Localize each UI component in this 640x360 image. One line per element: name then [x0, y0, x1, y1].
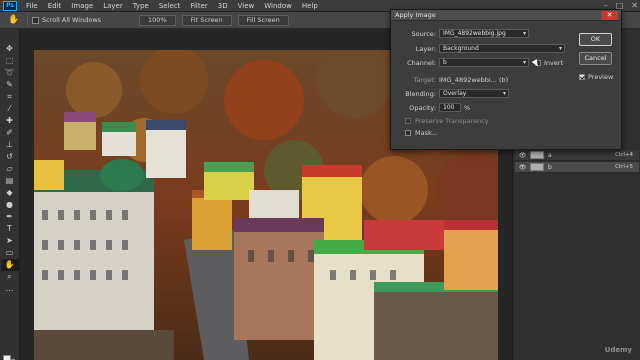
- apply-image-dialog: Apply Image ✕ Source: IMG_4892webbig.jpg…: [390, 9, 622, 150]
- pen-tool-icon[interactable]: ✒: [1, 211, 19, 223]
- eraser-tool-icon[interactable]: ▱: [1, 163, 19, 175]
- layer-name: b: [548, 163, 552, 171]
- move-tool-icon[interactable]: ✥: [1, 43, 19, 55]
- fill-screen-button[interactable]: Fill Screen: [237, 14, 289, 26]
- dialog-titlebar[interactable]: Apply Image ✕: [391, 10, 621, 21]
- layer-value: Background: [443, 45, 479, 52]
- more-tools-icon[interactable]: …: [1, 283, 19, 295]
- photoshop-logo: Ps: [3, 0, 17, 11]
- shape-tool-icon[interactable]: ▭: [1, 247, 19, 259]
- dodge-tool-icon[interactable]: ●: [1, 199, 19, 211]
- invert-label: Invert: [544, 59, 564, 67]
- chevron-down-icon: ▾: [522, 59, 526, 66]
- scroll-all-windows-checkbox[interactable]: [32, 16, 39, 24]
- layer-shortcut: Ctrl+5: [615, 164, 633, 170]
- eyedropper-tool-icon[interactable]: ⁄: [1, 103, 19, 115]
- layer-select[interactable]: Background ▾: [439, 44, 565, 53]
- close-icon[interactable]: ✕: [601, 11, 618, 20]
- clone-stamp-tool-icon[interactable]: ⊥: [1, 139, 19, 151]
- brush-tool-icon[interactable]: ✐: [1, 127, 19, 139]
- ok-button[interactable]: OK: [579, 33, 612, 46]
- opacity-input[interactable]: 100: [439, 103, 461, 112]
- channel-label: Channel:: [407, 59, 436, 67]
- layer-thumbnail: [530, 151, 544, 159]
- udemy-watermark: Udemy: [604, 346, 632, 354]
- menu-image[interactable]: Image: [66, 0, 98, 12]
- zoom-100-button[interactable]: 100%: [139, 14, 176, 26]
- scroll-all-windows-label: Scroll All Windows: [42, 16, 102, 24]
- opacity-value: 100: [443, 104, 455, 111]
- opacity-label: Opacity:: [409, 104, 436, 112]
- menu-3d[interactable]: 3D: [213, 0, 233, 12]
- blending-value: Overlay: [443, 90, 467, 97]
- source-select[interactable]: IMG_4892webbig.jpg ▾: [439, 29, 529, 38]
- opacity-unit: %: [464, 104, 471, 112]
- close-window-button[interactable]: ✕: [631, 0, 638, 12]
- menu-view[interactable]: View: [233, 0, 260, 12]
- layer-row[interactable]: 👁 b Ctrl+5: [515, 162, 639, 173]
- dialog-title: Apply Image: [395, 11, 436, 19]
- channel-select[interactable]: b ▾: [439, 58, 529, 67]
- blur-tool-icon[interactable]: ◆: [1, 187, 19, 199]
- fit-screen-button[interactable]: Fit Screen: [181, 14, 232, 26]
- preserve-transparency-checkbox: [405, 118, 411, 124]
- tools-panel: ✥ ⬚ ➰ ✎ ⌗ ⁄ ✚ ✐ ⊥ ↺ ▱ ▤ ◆ ● ✒ T ➤ ▭ ✋ ⌕ …: [0, 29, 20, 360]
- mask-checkbox[interactable]: [405, 130, 411, 136]
- zoom-tool-icon[interactable]: ⌕: [1, 271, 19, 283]
- layer-thumbnail: [530, 163, 544, 171]
- menu-help[interactable]: Help: [297, 0, 323, 12]
- menu-filter[interactable]: Filter: [185, 0, 212, 12]
- preview-checkbox[interactable]: [579, 74, 585, 80]
- foreground-color-swatch[interactable]: [3, 355, 11, 360]
- gradient-tool-icon[interactable]: ▤: [1, 175, 19, 187]
- layer-name: a: [548, 151, 552, 159]
- menu-window[interactable]: Window: [259, 0, 297, 12]
- lasso-tool-icon[interactable]: ➰: [1, 67, 19, 79]
- source-value: IMG_4892webbig.jpg: [443, 30, 506, 37]
- menu-layer[interactable]: Layer: [98, 0, 128, 12]
- layer-row[interactable]: 👁 a Ctrl+4: [515, 150, 639, 161]
- menu-type[interactable]: Type: [128, 0, 154, 12]
- preserve-transparency-label: Preserve Transparency: [415, 117, 489, 125]
- layer-label: Layer:: [415, 45, 436, 53]
- menu-edit[interactable]: Edit: [43, 0, 67, 12]
- crop-tool-icon[interactable]: ⌗: [1, 91, 19, 103]
- history-brush-tool-icon[interactable]: ↺: [1, 151, 19, 163]
- layer-shortcut: Ctrl+4: [615, 152, 633, 158]
- target-label: Target:: [413, 76, 436, 84]
- menu-file[interactable]: File: [21, 0, 43, 12]
- path-selection-tool-icon[interactable]: ➤: [1, 235, 19, 247]
- blending-select[interactable]: Overlay ▾: [439, 89, 509, 98]
- chevron-down-icon: ▾: [502, 90, 506, 97]
- chevron-down-icon: ▾: [522, 30, 526, 37]
- chevron-down-icon: ▾: [558, 45, 562, 52]
- channel-value: b: [443, 59, 447, 66]
- target-value: IMG_4892webbi... (b): [439, 76, 509, 84]
- hand-tool-icon[interactable]: ✋: [5, 14, 23, 27]
- eye-icon[interactable]: 👁: [518, 151, 527, 160]
- cancel-button[interactable]: Cancel: [579, 52, 612, 65]
- divider: [27, 14, 28, 26]
- source-label: Source:: [411, 30, 436, 38]
- type-tool-icon[interactable]: T: [1, 223, 19, 235]
- hand-tool-panel-icon[interactable]: ✋: [0, 259, 19, 271]
- menu-select[interactable]: Select: [154, 0, 186, 12]
- blending-label: Blending:: [405, 90, 436, 98]
- preview-label: Preview: [588, 73, 614, 81]
- marquee-tool-icon[interactable]: ⬚: [1, 55, 19, 67]
- quick-select-tool-icon[interactable]: ✎: [1, 79, 19, 91]
- healing-brush-tool-icon[interactable]: ✚: [1, 115, 19, 127]
- mask-label: Mask...: [415, 129, 438, 137]
- eye-icon[interactable]: 👁: [518, 163, 527, 172]
